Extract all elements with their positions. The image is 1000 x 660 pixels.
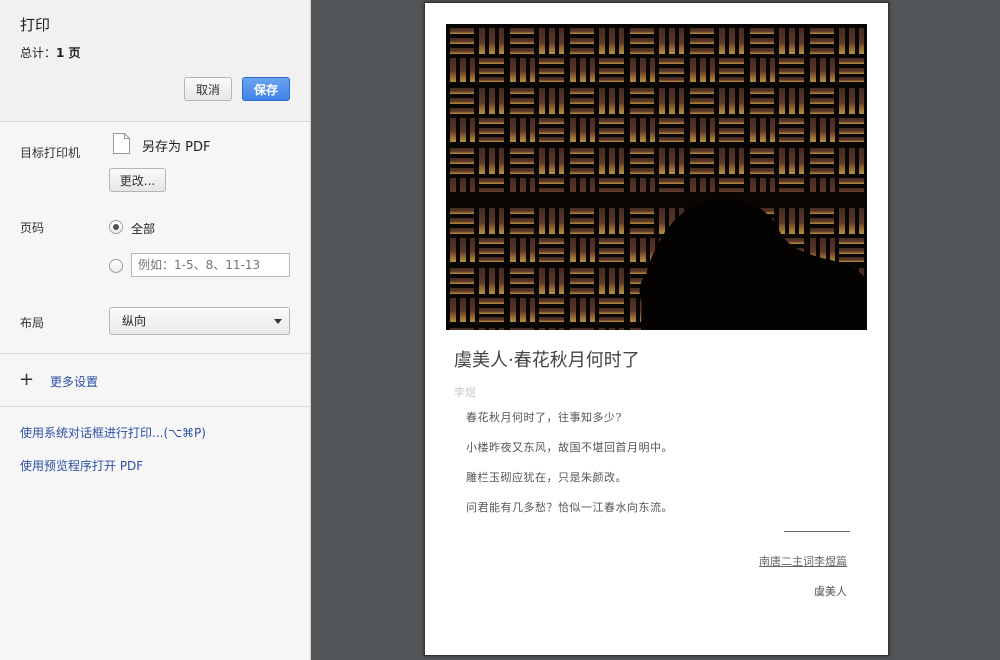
footer-title: 虞美人	[814, 585, 847, 598]
change-printer-button[interactable]: 更改...	[109, 168, 166, 192]
header-photo	[446, 24, 867, 330]
more-settings-link[interactable]: 更多设置	[50, 373, 98, 390]
divider	[0, 353, 310, 354]
print-preview-page: 虞美人·春花秋月何时了 李煜 春花秋月何时了，往事知多少? 小楼昨夜又东风，故国…	[424, 2, 889, 656]
poem-line: 雕栏玉砌应犹在，只是朱颜改。	[466, 471, 627, 484]
save-button[interactable]: 保存	[242, 77, 290, 101]
poem-line: 问君能有几多愁？恰似一江春水向东流。	[466, 501, 673, 514]
custom-pages-input[interactable]	[131, 253, 290, 277]
layout-selected-value: 纵向	[122, 314, 147, 328]
open-in-preview-link[interactable]: 使用预览程序打开 PDF	[20, 457, 143, 474]
total-label: 总计：	[20, 46, 57, 60]
collection-link: 南唐二主词李煜篇	[759, 555, 847, 568]
all-pages-label: 全部	[131, 222, 156, 236]
layout-select[interactable]: 纵向	[109, 307, 290, 335]
destination-label: 目标打印机	[20, 146, 81, 160]
pdf-file-icon	[113, 133, 130, 154]
pages-label: 页码	[20, 221, 45, 235]
all-pages-radio[interactable]	[109, 220, 123, 234]
page-total: 总计：1 页	[20, 44, 81, 61]
plus-icon[interactable]: +	[19, 371, 34, 389]
poem-line: 春花秋月何时了，往事知多少?	[466, 411, 622, 424]
dropdown-arrow-icon	[274, 319, 282, 324]
print-header: 打印 总计：1 页 取消 保存	[0, 0, 310, 122]
custom-pages-radio[interactable]	[109, 259, 123, 273]
poem-author: 李煜	[454, 386, 476, 399]
total-value: 1 页	[56, 46, 81, 60]
system-dialog-link[interactable]: 使用系统对话框进行打印...(⌥⌘P)	[20, 424, 206, 441]
poem-title: 虞美人·春花秋月何时了	[454, 350, 640, 371]
printer-name: 另存为 PDF	[142, 140, 211, 155]
divider	[0, 406, 310, 407]
dialog-title: 打印	[20, 16, 51, 34]
lattice-window-image	[446, 24, 867, 330]
separator-rule	[784, 531, 850, 532]
print-sidebar: 打印 总计：1 页 取消 保存 目标打印机 另存为 PDF 更改... 页码 全…	[0, 0, 311, 660]
layout-label: 布局	[20, 316, 45, 330]
cancel-button[interactable]: 取消	[184, 77, 232, 101]
poem-line: 小楼昨夜又东风，故国不堪回首月明中。	[466, 441, 673, 454]
